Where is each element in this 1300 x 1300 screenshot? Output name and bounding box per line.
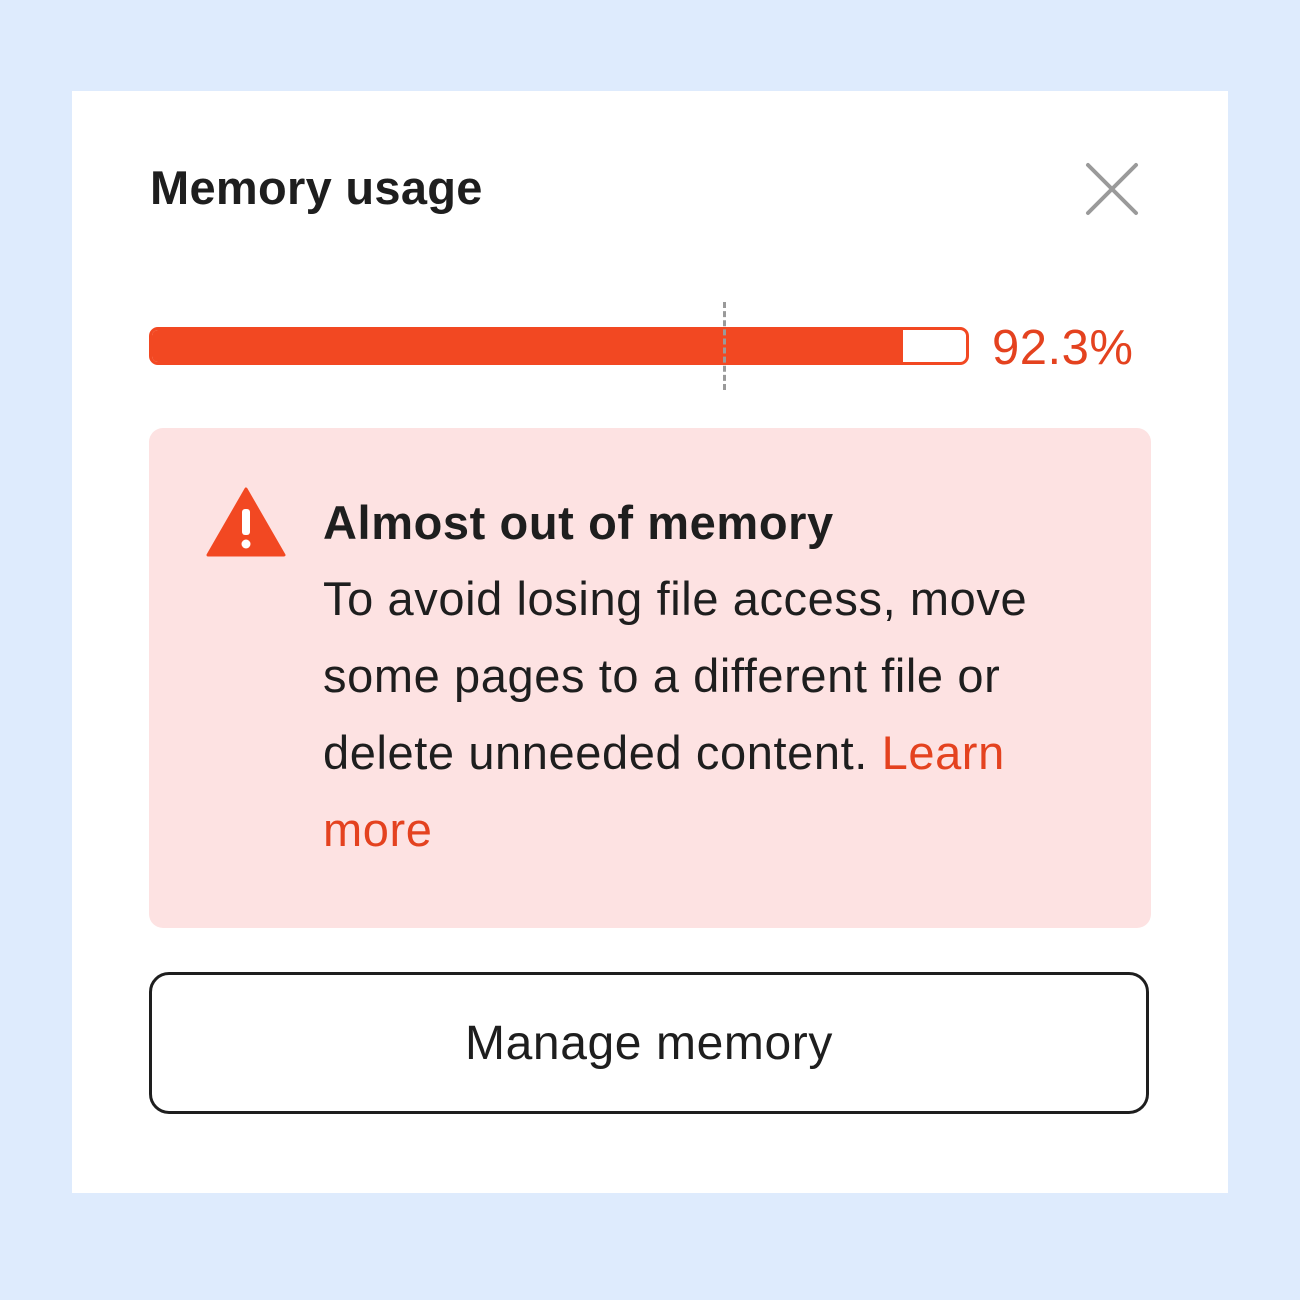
memory-usage-panel: Memory usage 92.3% Almost out of memory … <box>72 91 1228 1193</box>
manage-memory-button[interactable]: Manage memory <box>149 972 1149 1114</box>
progress-track <box>149 327 969 365</box>
panel-title: Memory usage <box>150 161 483 214</box>
alert-message: Almost out of memory To avoid losing fil… <box>323 492 1123 868</box>
alert-body-container: To avoid losing file access, move some p… <box>323 560 1123 868</box>
close-icon <box>1086 163 1138 215</box>
warning-triangle-icon <box>206 487 286 557</box>
memory-usage-bar <box>149 302 969 390</box>
progress-fill <box>152 330 904 362</box>
close-button[interactable] <box>1080 157 1144 221</box>
threshold-marker <box>723 302 726 390</box>
alert-heading: Almost out of memory <box>323 496 834 549</box>
memory-warning-alert: Almost out of memory To avoid losing fil… <box>149 428 1151 928</box>
usage-percent: 92.3% <box>992 321 1134 375</box>
